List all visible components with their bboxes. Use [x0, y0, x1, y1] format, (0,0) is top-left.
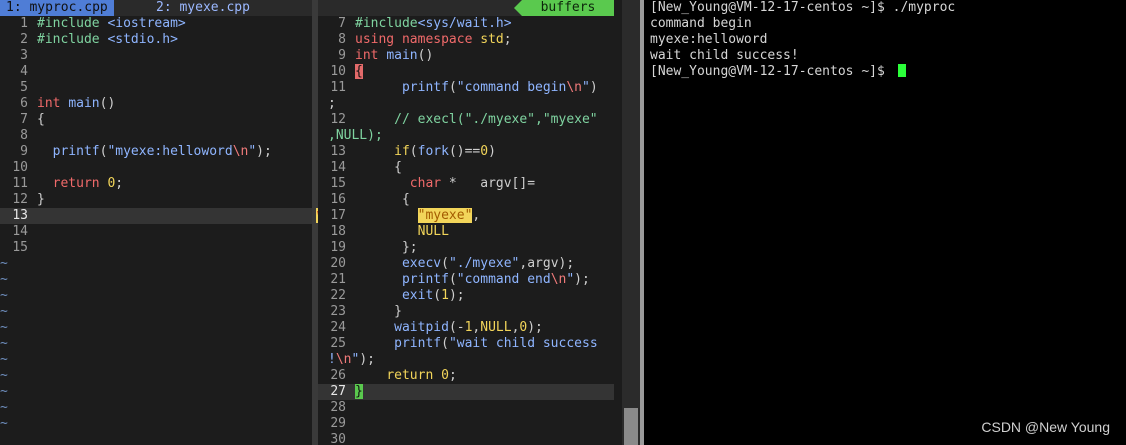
terminal-line: [New_Young@VM-12-17-centos ~]$ ./myproc: [650, 0, 956, 15]
code-line: 15: [12, 240, 28, 255]
code-line: 9 printf("myexe:helloword\n");: [20, 144, 272, 159]
code-line: 20 execv("./myexe",argv);: [330, 256, 575, 271]
code-line: 15 char * argv[]=: [330, 176, 536, 191]
code-line: 25 printf("wait child success: [330, 336, 598, 351]
code-line: 24 waitpid(-1,NULL,0);: [330, 320, 543, 335]
terminal-line: wait child success!: [650, 48, 799, 63]
vertical-scrollbar[interactable]: [622, 0, 640, 445]
terminal-pane[interactable]: [New_Young@VM-12-17-centos ~]$ ./myproc …: [644, 0, 1126, 445]
current-line: 27}: [318, 384, 614, 400]
code-line: 1 #include <iostream>: [20, 16, 186, 31]
code-line: 14 {: [330, 160, 402, 175]
code-line: 19 };: [330, 240, 418, 255]
code-line: 26 return 0;: [330, 368, 457, 383]
code-line: 10: [12, 160, 28, 175]
code-line: 13 if(fork()==0): [330, 144, 496, 159]
code-line: 28: [330, 400, 346, 415]
scrollbar-thumb[interactable]: [624, 408, 638, 445]
code-line: 12 // execl("./myexe","myexe": [330, 112, 598, 127]
editor-pane-left[interactable]: 1 #include <iostream> 2 #include <stdio.h>…: [0, 16, 312, 445]
tab-myexe-cpp[interactable]: 2: myexe.cpp: [150, 0, 256, 16]
code-line: 11 return 0;: [12, 176, 124, 191]
code-line: 29: [330, 416, 346, 431]
code-line: 5: [20, 80, 28, 95]
terminal-line: myexe:helloword: [650, 32, 768, 47]
code-line: 12}: [12, 192, 45, 207]
terminal-line: command begin: [650, 16, 752, 31]
empty-line-marker: ~: [0, 368, 8, 383]
current-line: 13: [0, 208, 312, 224]
code-line: 9 int main(): [338, 48, 434, 63]
code-line: 14: [12, 224, 28, 239]
code-line: 22 exit(1);: [330, 288, 465, 303]
code-line: 4: [20, 64, 28, 79]
code-line: 3: [20, 48, 28, 63]
terminal-cursor: [898, 64, 906, 77]
code-line-wrap: !\n");: [328, 352, 375, 367]
code-line: 17 "myexe",: [330, 208, 481, 223]
code-line: 8 using namespace std;: [338, 32, 512, 47]
code-line: 18 NULL: [330, 224, 449, 239]
code-line-wrap: ;: [328, 96, 336, 111]
empty-line-marker: ~: [0, 256, 8, 271]
empty-line-marker: ~: [0, 416, 8, 431]
terminal-prompt[interactable]: [New_Young@VM-12-17-centos ~]$: [650, 64, 893, 80]
editor-pane-right[interactable]: 7 #include<sys/wait.h> 8 using namespace s…: [318, 16, 614, 445]
empty-line-marker: ~: [0, 336, 8, 351]
vim-tabline: 1: myproc.cpp 2: myexe.cpp buffers: [0, 0, 614, 16]
empty-line-marker: ~: [0, 384, 8, 399]
code-line: 30: [330, 432, 346, 445]
empty-line-marker: ~: [0, 352, 8, 367]
watermark-text: CSDN @New Young: [981, 419, 1110, 435]
empty-line-marker: ~: [0, 272, 8, 287]
code-line: 6 int main(): [20, 96, 116, 111]
code-line-wrap: ,NULL);: [328, 128, 383, 143]
empty-line-marker: ~: [0, 304, 8, 319]
code-line: 16 {: [330, 192, 410, 207]
code-line: 2 #include <stdio.h>: [20, 32, 178, 47]
empty-line-marker: ~: [0, 400, 8, 415]
code-line: 23 }: [330, 304, 402, 319]
code-line: 10{: [330, 64, 363, 79]
code-line: 7{: [20, 112, 45, 127]
code-line: 21 printf("command end\n");: [330, 272, 590, 287]
empty-line-marker: ~: [0, 320, 8, 335]
code-line: 11 printf("command begin\n"): [330, 80, 598, 95]
code-line: 7 #include<sys/wait.h>: [338, 16, 512, 31]
empty-line-marker: ~: [0, 288, 8, 303]
buffers-indicator: buffers: [514, 0, 614, 16]
tab-myproc-cpp[interactable]: 1: myproc.cpp: [0, 0, 114, 16]
code-line: 8: [20, 128, 28, 143]
